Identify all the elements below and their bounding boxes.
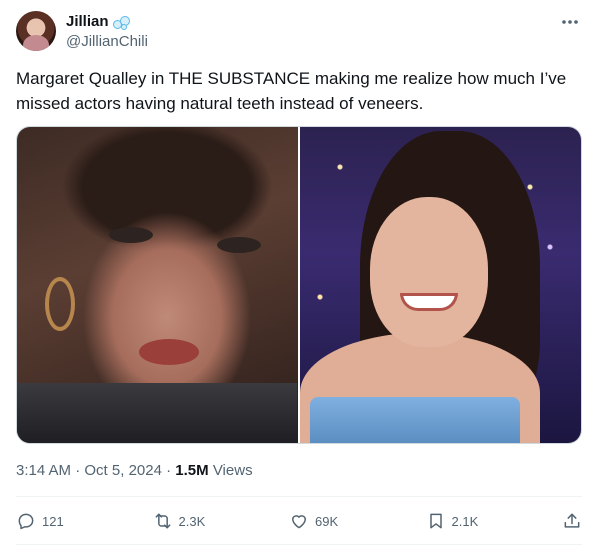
meta-separator: · xyxy=(161,462,176,479)
more-button[interactable] xyxy=(558,12,582,32)
media-grid xyxy=(16,126,582,444)
share-button[interactable] xyxy=(562,511,582,531)
views-label: Views xyxy=(208,462,253,479)
bubbles-emoji-icon xyxy=(112,15,130,30)
meta-separator: · xyxy=(71,462,85,479)
photo-detail xyxy=(45,277,75,331)
repost-icon xyxy=(155,513,170,529)
more-horizontal-icon xyxy=(562,20,578,24)
action-bar: 121 2.3K 69K 2.1K xyxy=(16,508,582,534)
heart-icon xyxy=(292,515,306,529)
tweet-meta: 3:14 AM · Oct 5, 2024 · 1.5M Views xyxy=(16,462,253,480)
bookmark-count: 2.1K xyxy=(451,513,479,529)
tweet-date[interactable]: Oct 5, 2024 xyxy=(84,462,162,479)
repost-button[interactable]: 2.3K xyxy=(153,511,253,531)
tweet-photo-left[interactable] xyxy=(17,127,298,443)
like-count: 69K xyxy=(315,513,339,529)
bookmark-button[interactable]: 2.1K xyxy=(426,511,526,531)
avatar[interactable] xyxy=(16,11,56,51)
reply-count: 121 xyxy=(42,513,64,529)
photo-detail xyxy=(400,293,458,311)
photo-detail xyxy=(139,339,199,365)
photo-detail xyxy=(310,397,520,443)
reply-icon xyxy=(18,513,34,530)
tweet-text: Margaret Qualley in THE SUBSTANCE making… xyxy=(16,69,567,113)
photo-detail xyxy=(109,227,153,243)
share-icon xyxy=(564,513,580,528)
author-name-row: Jillian xyxy=(66,13,130,31)
author-handle[interactable]: @JillianChili xyxy=(66,33,148,51)
views-count: 1.5M xyxy=(175,462,209,479)
like-button[interactable]: 69K xyxy=(289,511,389,531)
tweet-time[interactable]: 3:14 AM xyxy=(16,462,71,479)
photo-detail xyxy=(370,197,488,347)
reply-button[interactable]: 121 xyxy=(16,511,116,531)
divider xyxy=(16,496,582,497)
repost-count: 2.3K xyxy=(178,513,206,529)
photo-detail xyxy=(217,237,261,253)
tweet-photo-right[interactable] xyxy=(300,127,581,443)
photo-detail xyxy=(17,383,297,443)
author-display-name[interactable]: Jillian xyxy=(66,13,109,31)
bookmark-icon xyxy=(429,513,442,529)
